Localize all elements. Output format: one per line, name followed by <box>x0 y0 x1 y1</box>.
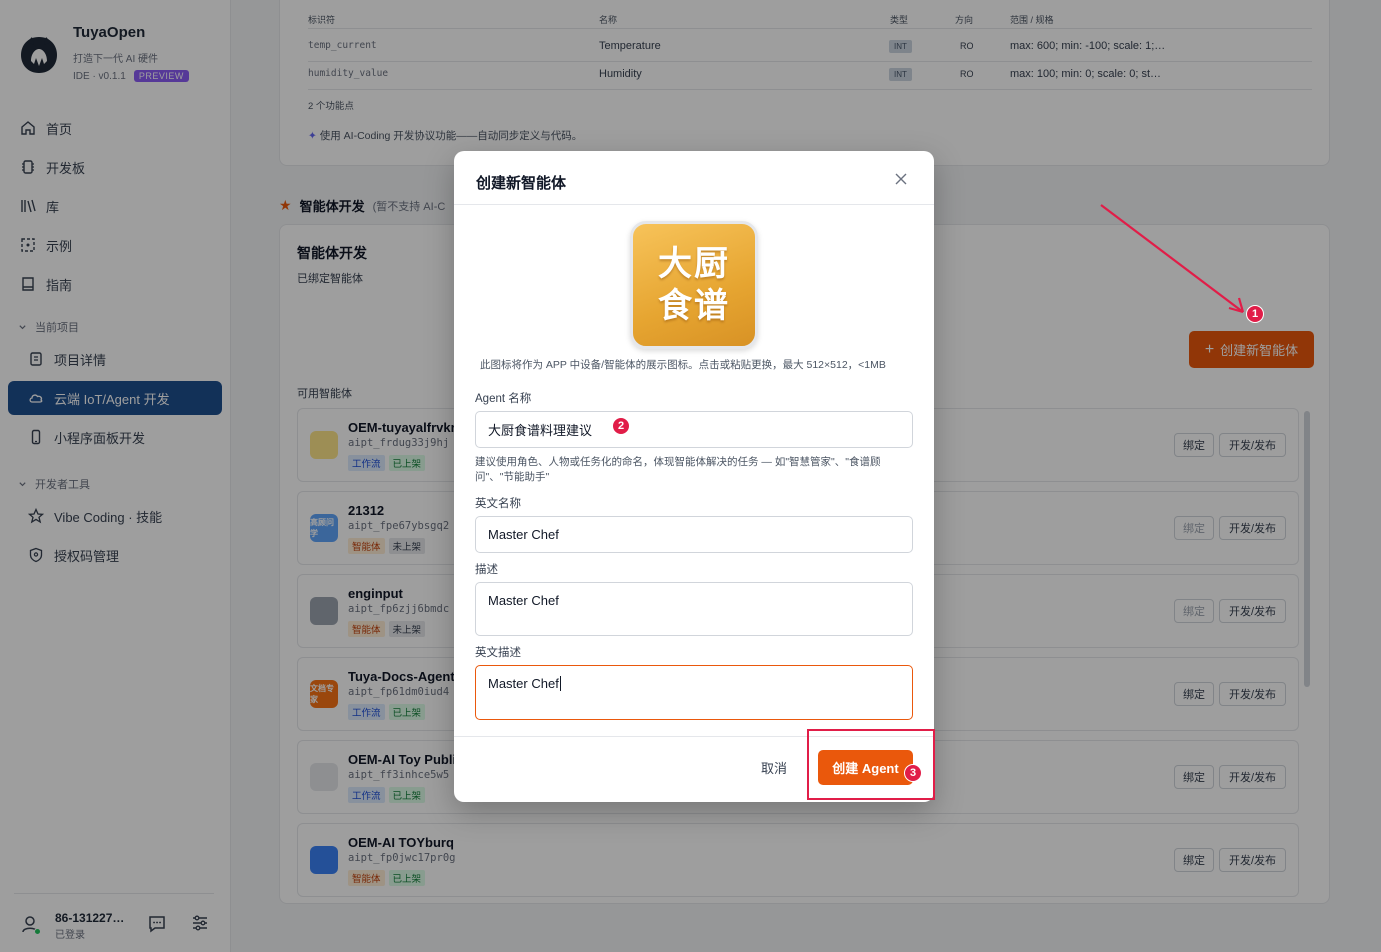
en-desc-textarea[interactable]: Master Chef <box>475 665 913 720</box>
dialog-title: 创建新智能体 <box>476 175 567 192</box>
en-name-label: 英文名称 <box>475 498 521 510</box>
en-desc-label: 英文描述 <box>475 647 521 659</box>
en-name-value: Master Chef <box>488 527 559 542</box>
agent-name-value: 大厨食谱料理建议 <box>488 423 593 438</box>
annotation-badge: 1 <box>1246 305 1264 323</box>
desc-textarea[interactable]: Master Chef <box>475 582 913 636</box>
create-agent-dialog: 创建新智能体 大厨 食谱 此图标将作为 APP 中设备/智能体的展示图标。点击或… <box>454 151 934 802</box>
text-caret <box>559 676 561 691</box>
icon-text-line1: 大厨 <box>658 245 730 283</box>
close-icon[interactable] <box>893 171 909 187</box>
icon-hint: 此图标将作为 APP 中设备/智能体的展示图标。点击或粘贴更换，最大 512×5… <box>480 359 886 371</box>
agent-name-hint: 建议使用角色、人物或任务化的命名，体现智能体解决的任务 — 如"智慧管家"、"食… <box>475 456 881 483</box>
desc-value: Master Chef <box>488 593 559 608</box>
annotation-arrow <box>1100 204 1245 314</box>
agent-name-input[interactable]: 大厨食谱料理建议 <box>475 411 913 448</box>
cancel-button[interactable]: 取消 <box>761 758 787 777</box>
divider <box>454 204 934 205</box>
annotation-badge: 3 <box>904 764 922 782</box>
desc-label: 描述 <box>475 564 498 576</box>
agent-icon-picker[interactable]: 大厨 食谱 <box>630 221 758 349</box>
en-name-input[interactable]: Master Chef <box>475 516 913 553</box>
annotation-badge: 2 <box>612 417 630 435</box>
icon-text-line2: 食谱 <box>658 287 730 325</box>
en-desc-value: Master Chef <box>488 676 559 691</box>
agent-name-label: Agent 名称 <box>475 393 532 405</box>
